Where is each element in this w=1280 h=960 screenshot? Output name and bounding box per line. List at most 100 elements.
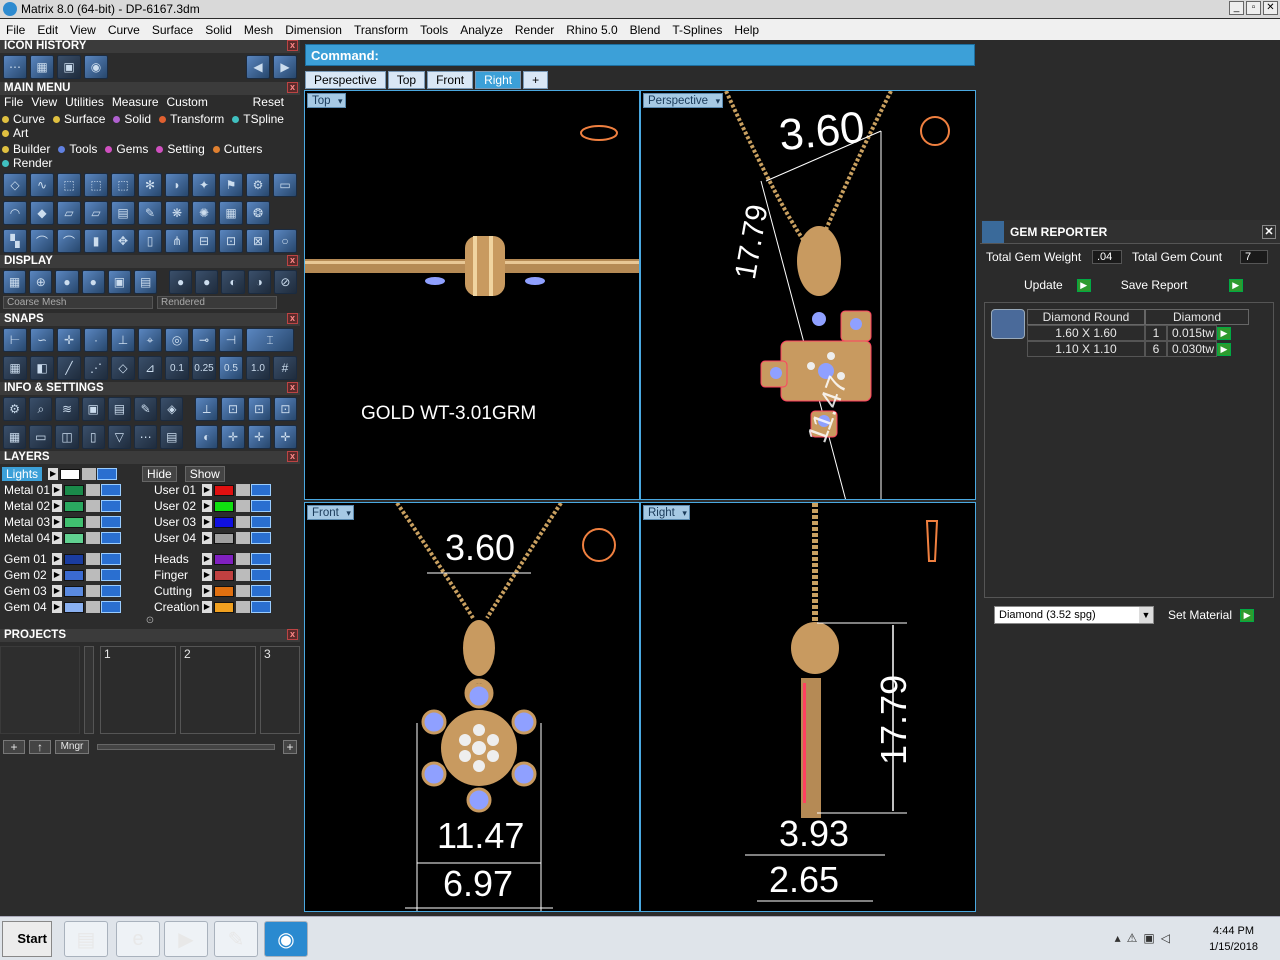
visibility-icon[interactable] — [251, 585, 271, 597]
visibility-icon[interactable] — [101, 484, 121, 496]
main-menu-tab-art[interactable]: Art — [2, 126, 32, 140]
layer-row[interactable]: Metal 02 ▶ — [0, 498, 150, 514]
gear-icon[interactable]: ⚙ — [246, 173, 270, 197]
sheet2-icon[interactable]: ▱ — [84, 201, 108, 225]
main-menu-tab-render[interactable]: Render — [2, 156, 56, 170]
layout-icon[interactable]: ▤ — [134, 270, 158, 294]
menu-blend[interactable]: Blend — [624, 23, 667, 37]
layer-color-swatch[interactable] — [214, 601, 234, 613]
visibility-icon[interactable] — [101, 553, 121, 565]
sphere-blue-icon[interactable]: ● — [55, 270, 79, 294]
visibility-icon[interactable] — [251, 569, 271, 581]
sheet-icon[interactable]: ▱ — [57, 201, 81, 225]
update-button[interactable]: Update — [1024, 278, 1063, 292]
projects-slider[interactable] — [97, 744, 275, 750]
snap-0-1[interactable]: 0.1 — [165, 356, 189, 380]
menu-tsplines[interactable]: T-Splines — [666, 23, 728, 37]
expand-arrow-icon[interactable]: ▶ — [202, 532, 212, 544]
layers-stack-icon[interactable]: ≋ — [55, 397, 79, 421]
axis-icon[interactable]: ⊿ — [138, 356, 162, 380]
snap-point-icon[interactable]: · — [84, 328, 108, 352]
chevron-down-icon[interactable]: ▼ — [1139, 607, 1153, 623]
pen-icon[interactable]: ✎ — [134, 397, 158, 421]
snap-end-icon[interactable]: ⊢ — [3, 328, 27, 352]
layer-row[interactable]: Metal 03 ▶ — [0, 514, 150, 530]
cube-purple-icon[interactable]: ◈ — [160, 397, 184, 421]
screen-icon[interactable]: ▣ — [107, 270, 132, 294]
sphere-violet-icon[interactable]: ● — [81, 270, 105, 294]
tray-expand-icon[interactable]: ▴ — [1115, 931, 1121, 945]
blocks-icon[interactable]: ▚ — [3, 229, 27, 253]
lock-icon[interactable] — [236, 516, 250, 528]
main-menu-tab-builder[interactable]: Builder — [2, 142, 54, 156]
collapse-icon[interactable]: ⊙ — [0, 615, 300, 629]
tab-top[interactable]: Top — [387, 71, 426, 89]
frame-icon[interactable]: ⊡ — [221, 397, 245, 421]
save-icon[interactable]: ▣ — [57, 55, 81, 79]
lock-icon[interactable] — [236, 484, 250, 496]
sphere-wire-icon[interactable]: ⊘ — [273, 270, 298, 294]
funnel-icon[interactable]: ▽ — [107, 425, 132, 449]
mm-view[interactable]: View — [27, 95, 61, 109]
up-project-button[interactable]: ↑ — [29, 740, 51, 754]
show-button[interactable]: Show — [184, 466, 225, 482]
layer-color-swatch[interactable] — [214, 553, 234, 565]
lock-icon[interactable] — [86, 585, 100, 597]
main-menu-tab-setting[interactable]: Setting — [156, 142, 208, 156]
windows-icon[interactable]: ▦ — [3, 425, 27, 449]
cluster-icon[interactable]: ❂ — [246, 201, 270, 225]
drop-icon[interactable]: ◗ — [165, 173, 189, 197]
project-slot-3[interactable]: 3 — [260, 646, 300, 734]
expand-arrow-icon[interactable]: ▶ — [48, 468, 59, 480]
close-icon[interactable]: ✕ — [1262, 224, 1276, 239]
expand-arrow-icon[interactable]: ▶ — [52, 484, 62, 496]
visibility-icon[interactable] — [251, 516, 271, 528]
main-menu-tab-surface[interactable]: Surface — [53, 112, 109, 126]
layer-color-swatch[interactable] — [64, 500, 84, 512]
sparkle-icon[interactable]: ✦ — [192, 173, 216, 197]
lock-icon[interactable] — [236, 601, 250, 613]
volume-icon[interactable]: ◁ — [1161, 931, 1170, 945]
save-report-go-icon[interactable]: ▶ — [1228, 278, 1243, 292]
snap-0-25[interactable]: 0.25 — [192, 356, 216, 380]
list-icon[interactable]: ▤ — [107, 397, 132, 421]
box-move-icon[interactable]: ⬚ — [111, 173, 135, 197]
expand-arrow-icon[interactable]: ▶ — [52, 500, 62, 512]
lock-icon[interactable] — [86, 569, 100, 581]
panel-icon[interactable]: ▭ — [273, 173, 297, 197]
expand-arrow-icon[interactable]: ▶ — [202, 500, 212, 512]
layer-row[interactable]: Gem 01 ▶ — [0, 551, 150, 567]
add-slot-button[interactable]: + — [283, 740, 297, 754]
bars-icon[interactable]: ▮ — [84, 229, 108, 253]
tab-perspective[interactable]: Perspective — [305, 71, 386, 89]
update-go-icon[interactable]: ▶ — [1076, 278, 1091, 292]
menu-curve[interactable]: Curve — [102, 23, 146, 37]
lock-icon[interactable] — [86, 516, 100, 528]
mm-reset[interactable]: Reset — [249, 95, 300, 109]
menu-edit[interactable]: Edit — [31, 23, 64, 37]
visibility-icon[interactable] — [251, 500, 271, 512]
expand-arrow-icon[interactable]: ▶ — [202, 484, 212, 496]
mesh-dropdown[interactable]: Coarse Mesh — [3, 296, 153, 309]
lock-icon[interactable] — [86, 500, 100, 512]
lock-icon[interactable] — [236, 532, 250, 544]
layer-row[interactable]: Gem 04 ▶ — [0, 599, 150, 615]
mm-measure[interactable]: Measure — [108, 95, 163, 109]
gem-table-row[interactable]: 1.60 X 1.60 1 0.015tw ▶ — [1027, 325, 1231, 341]
gems-pattern-icon[interactable]: ✻ — [138, 173, 162, 197]
menu-surface[interactable]: Surface — [146, 23, 199, 37]
fan-icon[interactable]: ⋔ — [165, 229, 189, 253]
expand-arrow-icon[interactable]: ▶ — [202, 585, 212, 597]
media-player-icon[interactable]: ▶ — [164, 921, 208, 957]
dashed-icon[interactable]: ⋰ — [84, 356, 108, 380]
menu-rhino[interactable]: Rhino 5.0 — [560, 23, 623, 37]
line-icon[interactable]: ╱ — [57, 356, 81, 380]
layer-color-swatch[interactable] — [214, 532, 234, 544]
menu-analyze[interactable]: Analyze — [454, 23, 509, 37]
frame2-icon[interactable]: ⊡ — [247, 397, 271, 421]
explorer-icon[interactable]: ▤ — [64, 921, 108, 957]
close-icon[interactable]: x — [287, 382, 298, 393]
visibility-icon[interactable] — [101, 601, 121, 613]
pave-icon[interactable]: ❋ — [165, 201, 189, 225]
grid-snap-icon[interactable]: ▦ — [3, 356, 27, 380]
